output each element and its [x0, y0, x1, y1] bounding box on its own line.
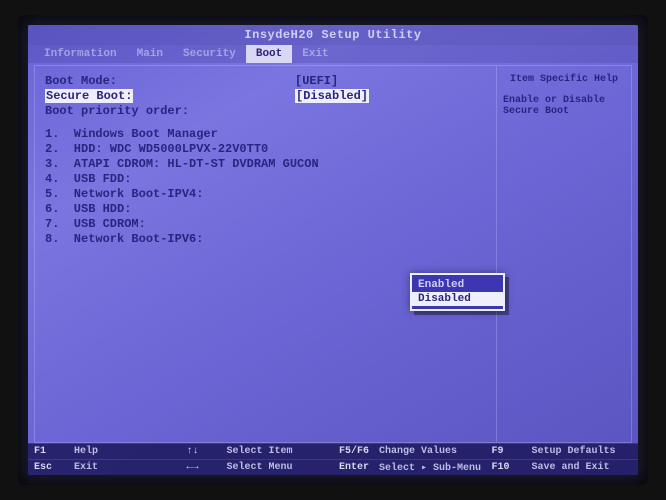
footer-exit: EscExit	[28, 459, 181, 475]
priority-label: Boot priority order:	[45, 104, 486, 119]
list-item[interactable]: 6. USB HDD:	[45, 202, 486, 217]
list-item[interactable]: 3. ATAPI CDROM: HL-DT-ST DVDRAM GUCON	[45, 157, 486, 172]
secure-boot-row[interactable]: Secure Boot: [Disabled]	[45, 89, 486, 104]
list-item[interactable]: 5. Network Boot-IPV4:	[45, 187, 486, 202]
footer-setup-defaults: F9Setup Defaults	[486, 443, 639, 459]
tab-exit[interactable]: Exit	[292, 45, 338, 63]
settings-pane: Boot Mode: [UEFI] Secure Boot: [Disabled…	[34, 65, 497, 443]
secure-boot-popup: Enabled Disabled	[410, 273, 505, 311]
help-pane: Item Specific Help Enable or Disable Sec…	[497, 65, 632, 443]
tab-security[interactable]: Security	[173, 45, 246, 63]
boot-priority-list: 1. Windows Boot Manager 2. HDD: WDC WD50…	[45, 127, 486, 247]
bios-screen: InsydeH20 Setup Utility Information Main…	[28, 25, 638, 475]
list-item[interactable]: 4. USB FDD:	[45, 172, 486, 187]
footer-save-exit: F10Save and Exit	[486, 459, 639, 475]
app-title: InsydeH20 Setup Utility	[244, 28, 421, 42]
footer-enter-submenu: EnterSelect ▸ Sub-Menu	[333, 459, 486, 475]
footer-select-item: ↑↓Select Item	[181, 443, 334, 459]
content-area: Boot Mode: [UEFI] Secure Boot: [Disabled…	[34, 65, 632, 443]
list-item[interactable]: 2. HDD: WDC WD5000LPVX-22V0TT0	[45, 142, 486, 157]
help-title: Item Specific Help	[503, 74, 625, 85]
title-bar: InsydeH20 Setup Utility	[28, 25, 638, 45]
boot-mode-value: [UEFI]	[295, 74, 486, 89]
priority-header: Boot priority order:	[45, 104, 486, 119]
boot-mode-row[interactable]: Boot Mode: [UEFI]	[45, 74, 486, 89]
list-item[interactable]: 7. USB CDROM:	[45, 217, 486, 232]
list-item[interactable]: 1. Windows Boot Manager	[45, 127, 486, 142]
list-item[interactable]: 8. Network Boot-IPV6:	[45, 232, 486, 247]
tab-main[interactable]: Main	[127, 45, 173, 63]
tab-bar: Information Main Security Boot Exit	[28, 45, 638, 63]
footer-bar: F1Help ↑↓Select Item F5/F6Change Values …	[28, 443, 638, 475]
tab-boot[interactable]: Boot	[246, 45, 292, 63]
footer-help: F1Help	[28, 443, 181, 459]
popup-option-enabled[interactable]: Enabled	[412, 278, 503, 292]
footer-change-values: F5/F6Change Values	[333, 443, 486, 459]
help-body: Enable or Disable Secure Boot	[503, 95, 625, 117]
footer-select-menu: ←→Select Menu	[181, 459, 334, 475]
boot-mode-label: Boot Mode:	[45, 74, 295, 89]
popup-option-disabled[interactable]: Disabled	[412, 292, 503, 306]
secure-boot-label: Secure Boot:	[45, 89, 133, 103]
secure-boot-value: [Disabled]	[295, 89, 369, 103]
tab-information[interactable]: Information	[34, 45, 127, 63]
